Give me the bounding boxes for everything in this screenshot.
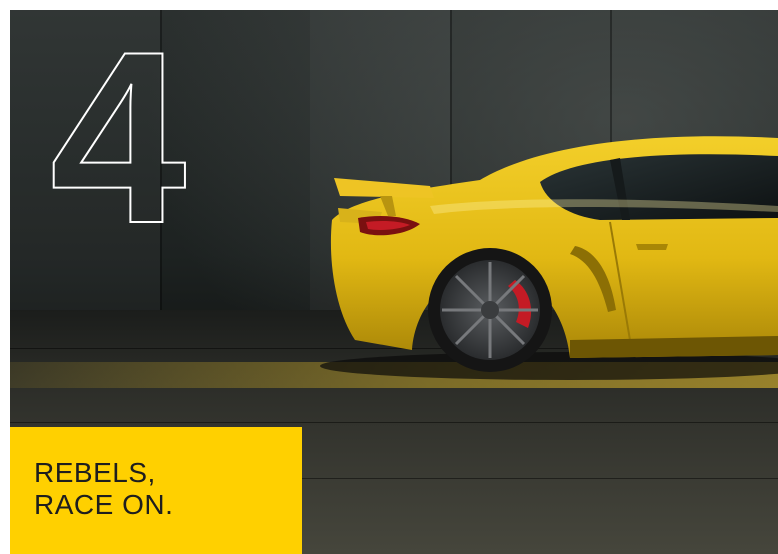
door-handle — [636, 244, 668, 250]
hero-numeral: 4 — [49, 10, 187, 274]
tagline-line: REBELS, — [34, 457, 156, 488]
hero-banner: 4 REBELS, RACE ON. — [10, 10, 778, 554]
tagline-line: RACE ON. — [34, 489, 174, 520]
rear-spoiler — [334, 178, 434, 198]
car-shadow — [320, 352, 778, 380]
tagline-heading: REBELS, RACE ON. — [34, 457, 173, 521]
tagline-box[interactable]: REBELS, RACE ON. — [10, 427, 302, 554]
rear-wheel — [428, 248, 552, 372]
